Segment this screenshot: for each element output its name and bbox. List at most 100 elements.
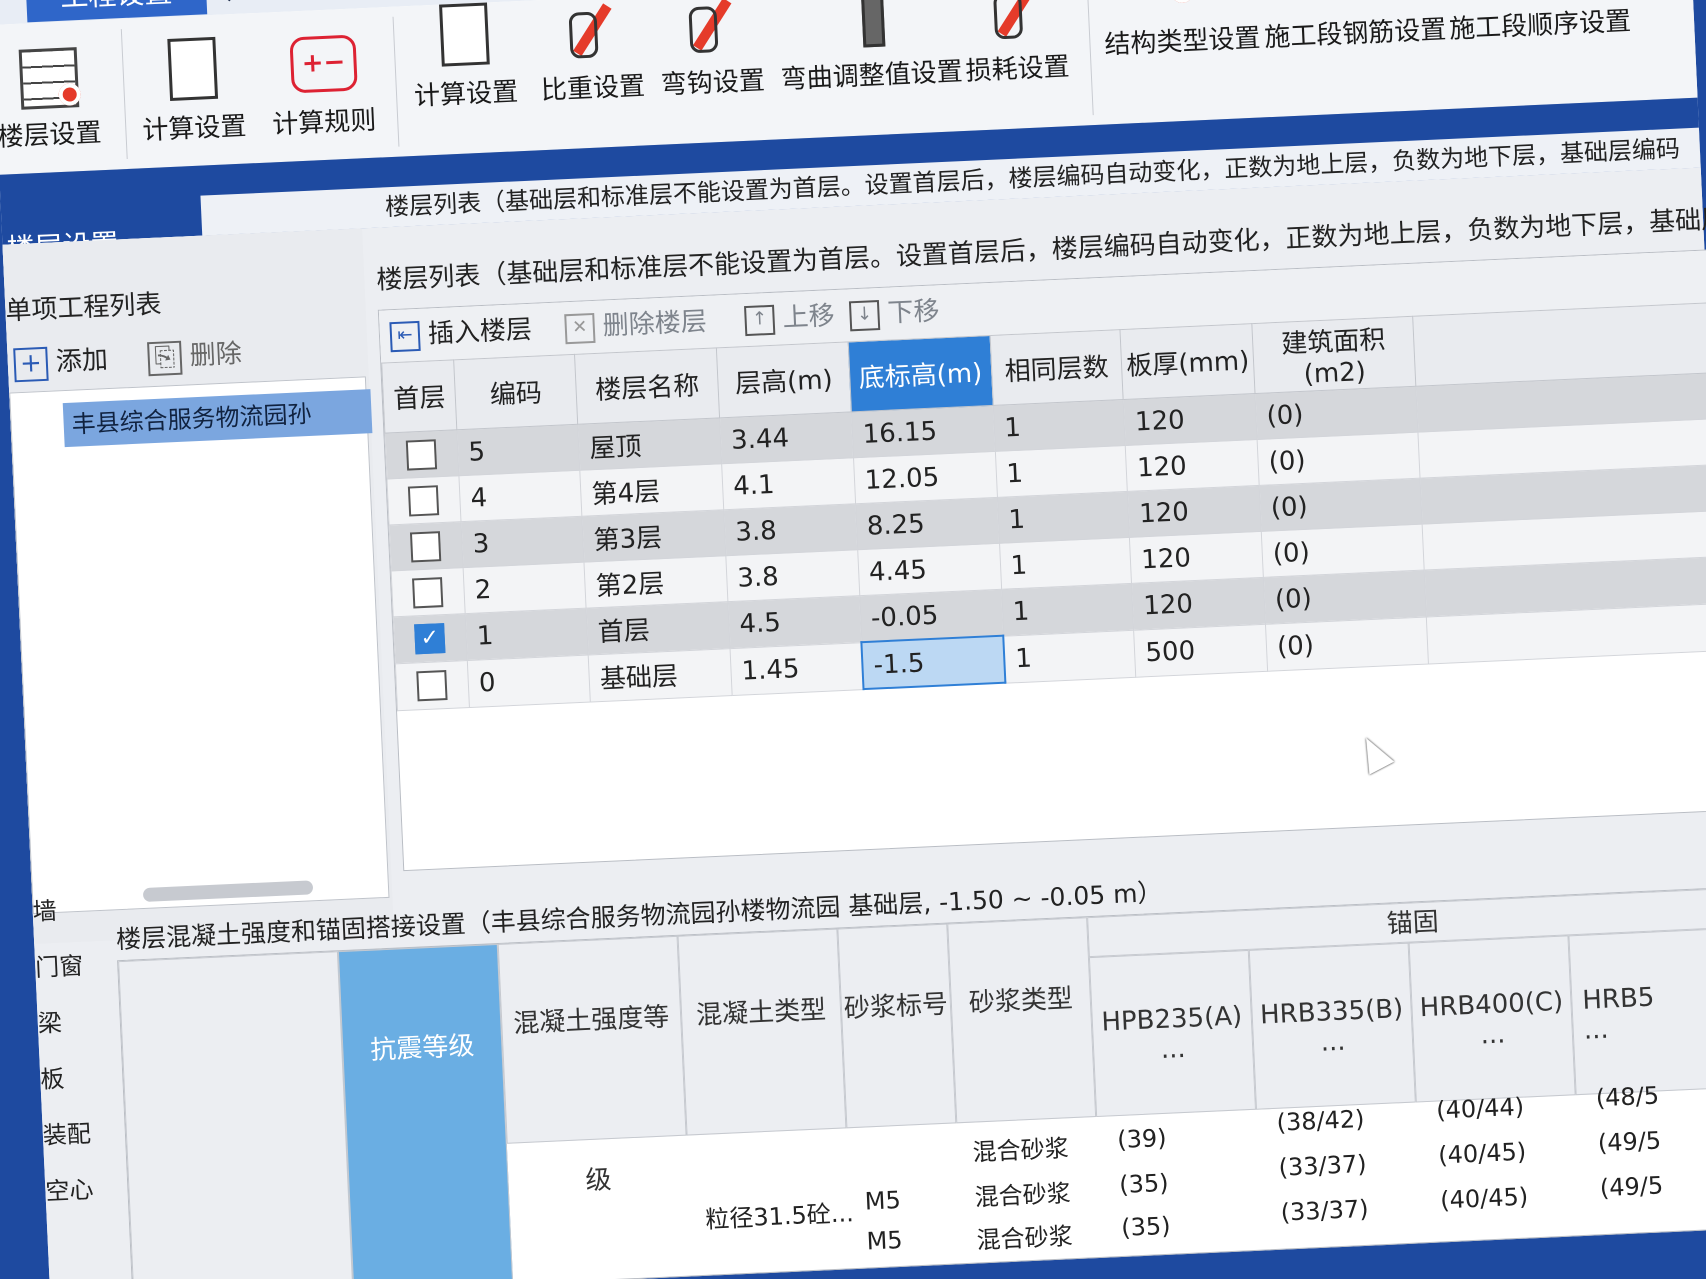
loss-settings-button[interactable]: 损耗设置 <box>961 0 1070 88</box>
code-cell[interactable]: 0 <box>467 654 591 708</box>
col-hrb335[interactable]: HRB335(B)... <box>1248 942 1416 1110</box>
same-count-cell[interactable]: 1 <box>1001 583 1134 636</box>
code-cell[interactable]: 4 <box>459 470 583 522</box>
anchor-c-cell[interactable]: (40/45) <box>1438 1138 1527 1170</box>
code-cell[interactable]: 3 <box>461 516 585 568</box>
side-label[interactable]: 门窗 <box>34 937 96 996</box>
same-count-cell[interactable]: 1 <box>994 445 1128 498</box>
side-label[interactable]: 装配 <box>42 1105 104 1164</box>
floor-height-cell[interactable]: 4.1 <box>721 457 856 510</box>
floor-name-cell[interactable]: 基础层 <box>588 648 733 702</box>
same-count-cell[interactable]: 1 <box>992 399 1126 452</box>
floor-settings-button[interactable]: 楼层设置 <box>0 42 102 154</box>
floor-name-cell[interactable]: 第2层 <box>584 555 728 609</box>
first-floor-checkbox[interactable] <box>412 576 444 609</box>
col-hrb500[interactable]: HRB5... <box>1568 927 1706 1096</box>
floor-height-cell[interactable]: 3.8 <box>723 503 858 556</box>
anchor-d-cell[interactable]: (49/5 <box>1597 1126 1661 1157</box>
add-project-button[interactable]: + 添加 <box>13 340 109 384</box>
bottom-elevation-cell[interactable]: 16.15 <box>851 405 995 458</box>
code-cell[interactable]: 1 <box>465 608 589 661</box>
code-cell[interactable]: 5 <box>456 424 580 476</box>
hook-settings-button[interactable]: 弯钩设置 <box>657 0 766 102</box>
bottom-elevation-cell[interactable]: 8.25 <box>855 497 1000 550</box>
side-label[interactable]: 空心 <box>44 1161 106 1220</box>
slab-thickness-cell[interactable]: 120 <box>1129 531 1264 584</box>
side-label[interactable]: 板 <box>39 1049 101 1108</box>
same-count-cell[interactable]: 1 <box>999 537 1132 590</box>
slab-thickness-cell[interactable]: 120 <box>1123 393 1258 446</box>
first-floor-checkbox[interactable] <box>407 484 440 517</box>
col-slab-thickness[interactable]: 板厚(mm) <box>1120 323 1256 400</box>
anchor-b-cell[interactable]: (33/37) <box>1280 1195 1369 1227</box>
col-same-count[interactable]: 相同层数 <box>989 329 1124 406</box>
horizontal-scrollbar[interactable] <box>142 880 314 902</box>
floor-height-cell[interactable]: 3.8 <box>725 549 860 602</box>
first-floor-checkbox[interactable] <box>416 669 448 702</box>
bottom-elevation-cell[interactable]: 4.45 <box>857 543 1002 596</box>
first-floor-checkbox[interactable]: ✓ <box>414 623 446 655</box>
col-concrete-strength[interactable]: 混凝土强度等级 <box>497 935 687 1196</box>
col-mortar-type[interactable]: 砂浆类型 <box>947 917 1097 1124</box>
insert-floor-button[interactable]: ⇤ 插入楼层 <box>389 310 533 356</box>
mortar-type-cell[interactable]: 混合砂浆 <box>974 1173 1071 1212</box>
density-settings-button[interactable]: 比重设置 <box>537 0 646 107</box>
calc-settings-button-2[interactable]: 计算设置 <box>410 1 519 113</box>
anchor-b-cell[interactable]: (33/37) <box>1278 1150 1367 1182</box>
concrete-type-cell[interactable]: 粒径31.5砼... <box>705 1193 855 1235</box>
anchor-a-cell[interactable]: (35) <box>1121 1212 1171 1242</box>
col-building-area[interactable]: 建筑面积(m2) <box>1251 316 1416 394</box>
building-area-cell[interactable]: (0) <box>1263 570 1427 624</box>
col-floor-name[interactable]: 楼层名称 <box>574 347 720 425</box>
anchor-d-cell[interactable]: (48/5 <box>1595 1081 1659 1112</box>
mortar-type-cell[interactable]: 混合砂浆 <box>976 1216 1073 1255</box>
floor-name-cell[interactable]: 首层 <box>586 601 731 655</box>
first-floor-checkbox[interactable] <box>410 530 442 563</box>
bend-adjust-button[interactable]: 弯曲调整值设置 <box>777 0 964 96</box>
section-order-button[interactable]: 施工段顺序设置 <box>1445 0 1632 46</box>
col-code[interactable]: 编码 <box>453 354 578 430</box>
code-cell[interactable]: 2 <box>463 562 587 614</box>
floor-height-cell[interactable]: 4.5 <box>727 595 862 649</box>
anchor-a-cell[interactable]: (35) <box>1119 1169 1169 1199</box>
side-label[interactable]: 墙 <box>32 881 94 940</box>
mortar-grade-cell[interactable]: M5 <box>864 1186 901 1216</box>
struct-type-button[interactable]: 结构类型设置 <box>1100 0 1261 62</box>
slab-thickness-cell[interactable]: 120 <box>1127 485 1262 538</box>
mortar-type-cell[interactable]: 混合砂浆 <box>972 1128 1069 1167</box>
slab-thickness-cell[interactable]: 500 <box>1133 623 1268 677</box>
same-count-cell[interactable]: 1 <box>996 491 1130 544</box>
building-area-cell[interactable]: (0) <box>1257 432 1421 486</box>
building-area-cell[interactable]: (0) <box>1259 478 1423 532</box>
bottom-elevation-cell[interactable]: -0.05 <box>859 589 1004 643</box>
anchor-a-cell[interactable]: (39) <box>1117 1124 1167 1154</box>
first-floor-checkbox[interactable] <box>405 439 438 471</box>
slab-thickness-cell[interactable]: 120 <box>1131 577 1266 630</box>
anchor-c-cell[interactable]: (40/44) <box>1436 1093 1525 1125</box>
col-seismic-grade[interactable]: 抗震等级 <box>337 943 514 1279</box>
col-floor-height[interactable]: 层高(m) <box>716 341 852 418</box>
floor-name-cell[interactable]: 第4层 <box>579 463 724 517</box>
project-list-item[interactable]: 丰县综合服务物流园孙 <box>62 389 373 448</box>
delete-project-button[interactable]: ⎘ 删除 <box>147 334 243 378</box>
col-first-floor[interactable]: 首层 <box>381 359 457 434</box>
anchor-b-cell[interactable]: (38/42) <box>1276 1105 1365 1137</box>
floor-name-cell[interactable]: 第3层 <box>582 509 726 563</box>
move-up-button[interactable]: ↑ 上移 <box>744 296 836 340</box>
anchor-d-cell[interactable]: (49/5 <box>1599 1171 1663 1202</box>
same-count-cell[interactable]: 1 <box>1003 629 1137 683</box>
building-area-cell[interactable]: (0) <box>1255 386 1418 440</box>
building-area-cell[interactable]: (0) <box>1265 616 1429 671</box>
bottom-elevation-cell[interactable]: 12.05 <box>853 451 997 504</box>
floor-height-cell[interactable]: 3.44 <box>719 411 854 464</box>
move-down-button[interactable]: ↓ 下移 <box>848 291 941 335</box>
col-mortar-grade[interactable]: 砂浆标号 <box>837 923 957 1129</box>
col-hpb235[interactable]: HPB235(A)... <box>1088 949 1257 1118</box>
side-label[interactable]: 梁 <box>37 993 99 1052</box>
floor-height-cell[interactable]: 1.45 <box>730 642 864 696</box>
bottom-elevation-cell[interactable]: -1.5 <box>861 635 1006 690</box>
calc-rules-button[interactable]: +− 计算规则 <box>268 30 377 142</box>
section-rebar-button[interactable]: 施工段钢筋设置 <box>1260 0 1447 54</box>
mortar-grade-cell[interactable]: M5 <box>866 1226 903 1256</box>
building-area-cell[interactable]: (0) <box>1261 524 1425 578</box>
